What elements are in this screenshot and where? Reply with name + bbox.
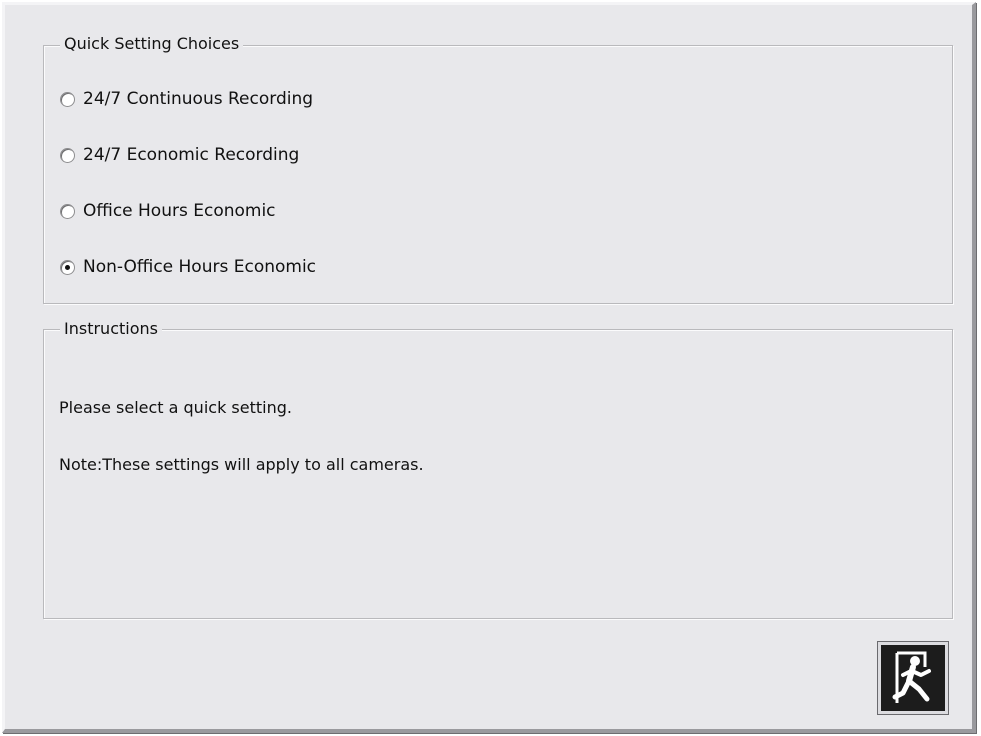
instructions-legend: Instructions xyxy=(60,320,162,338)
quick-setting-choices-legend: Quick Setting Choices xyxy=(60,35,244,53)
quick-setting-choices-group: Quick Setting Choices 24/7 Continuous Re… xyxy=(43,35,953,304)
radio-option-economic[interactable]: 24/7 Economic Recording xyxy=(60,143,299,167)
radio-option-continuous[interactable]: 24/7 Continuous Recording xyxy=(60,87,313,111)
radio-button[interactable] xyxy=(60,147,75,163)
instruction-line: Note:These settings will apply to all ca… xyxy=(59,455,424,474)
radio-button[interactable] xyxy=(60,91,75,107)
radio-option-non-office-hours[interactable]: Non-Office Hours Economic xyxy=(60,255,316,279)
instructions-text: Please select a quick setting. Note:Thes… xyxy=(59,360,424,512)
radio-option-office-hours[interactable]: Office Hours Economic xyxy=(60,199,276,223)
radio-option-label: 24/7 Economic Recording xyxy=(83,145,300,165)
radio-button[interactable] xyxy=(60,203,75,219)
radio-option-label: Non-Office Hours Economic xyxy=(83,257,317,277)
radio-button-selected[interactable] xyxy=(60,259,75,275)
exit-door-icon xyxy=(881,645,945,711)
instruction-line: Please select a quick setting. xyxy=(59,398,292,417)
radio-option-label: Office Hours Economic xyxy=(83,201,276,221)
radio-option-label: 24/7 Continuous Recording xyxy=(83,89,314,109)
exit-button[interactable] xyxy=(877,641,949,715)
quick-setting-dialog: Quick Setting Choices 24/7 Continuous Re… xyxy=(2,2,976,733)
instructions-group: Instructions Please select a quick setti… xyxy=(43,320,953,619)
